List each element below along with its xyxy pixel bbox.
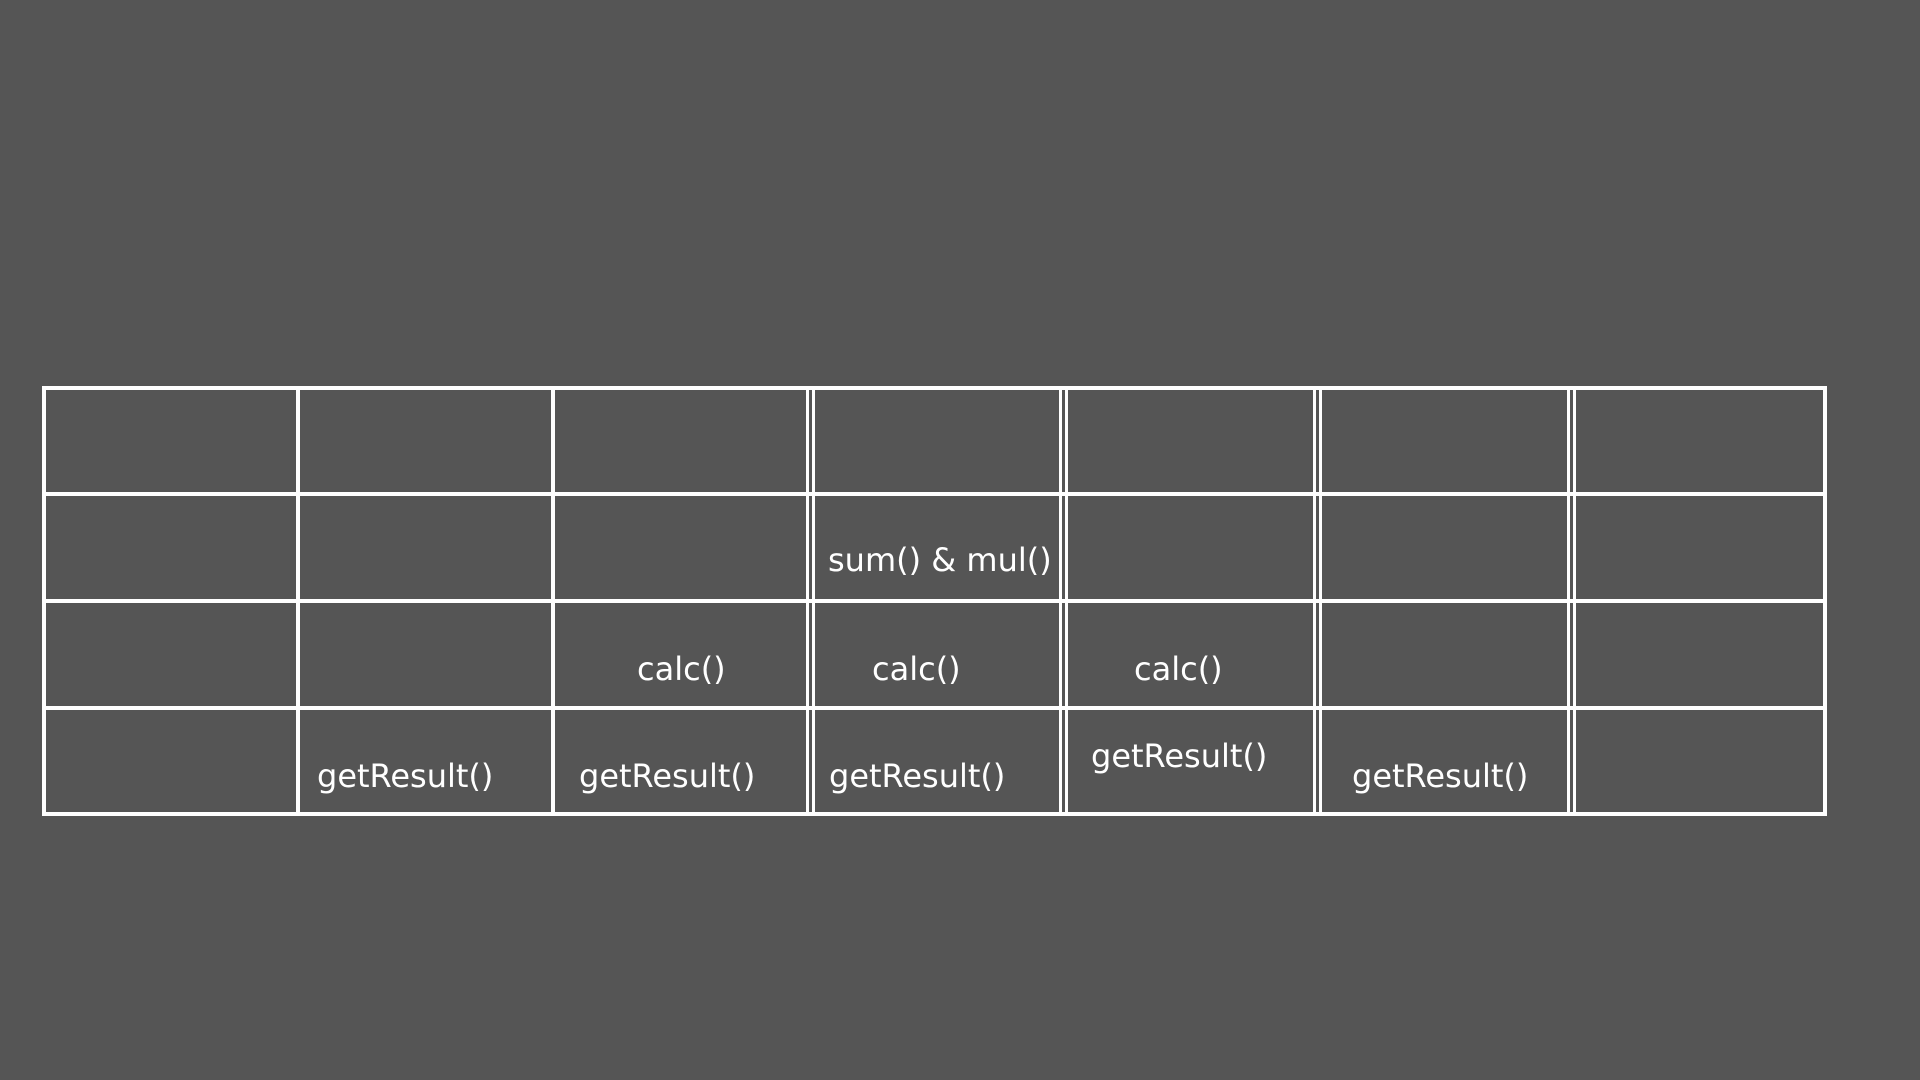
grid-line-top bbox=[42, 386, 1827, 390]
cell-label-getresult-col2: getResult() bbox=[317, 757, 494, 795]
grid-line-left bbox=[42, 386, 46, 816]
grid-line-col-2 bbox=[551, 386, 555, 816]
grid-line-col-3a bbox=[806, 386, 809, 816]
cell-label-getresult-col5: getResult() bbox=[1091, 737, 1268, 775]
cell-label-calc-col5: calc() bbox=[1134, 650, 1223, 688]
grid-line-col-4b bbox=[1065, 386, 1068, 816]
grid-line-row-1 bbox=[42, 492, 1827, 496]
grid-line-row-3 bbox=[42, 706, 1827, 710]
cell-label-calc-col4: calc() bbox=[872, 650, 961, 688]
cell-label-calc-col3: calc() bbox=[637, 650, 726, 688]
grid-line-col-1 bbox=[296, 386, 300, 816]
grid-line-col-6b bbox=[1573, 386, 1576, 816]
grid-line-col-5a bbox=[1313, 386, 1316, 816]
cell-label-getresult-col3: getResult() bbox=[579, 757, 756, 795]
grid-line-col-3b bbox=[812, 386, 815, 816]
cell-label-sum-mul: sum() & mul() bbox=[828, 541, 1052, 579]
grid-line-col-5b bbox=[1319, 386, 1322, 816]
grid-line-right bbox=[1823, 386, 1827, 816]
call-stack-grid: sum() & mul() calc() calc() calc() getRe… bbox=[42, 386, 1827, 816]
grid-line-col-6a bbox=[1567, 386, 1570, 816]
grid-line-col-4a bbox=[1059, 386, 1062, 816]
cell-label-getresult-col4: getResult() bbox=[829, 757, 1006, 795]
grid-line-bottom bbox=[42, 812, 1827, 816]
cell-label-getresult-col6: getResult() bbox=[1352, 757, 1529, 795]
grid-line-row-2 bbox=[42, 599, 1827, 603]
